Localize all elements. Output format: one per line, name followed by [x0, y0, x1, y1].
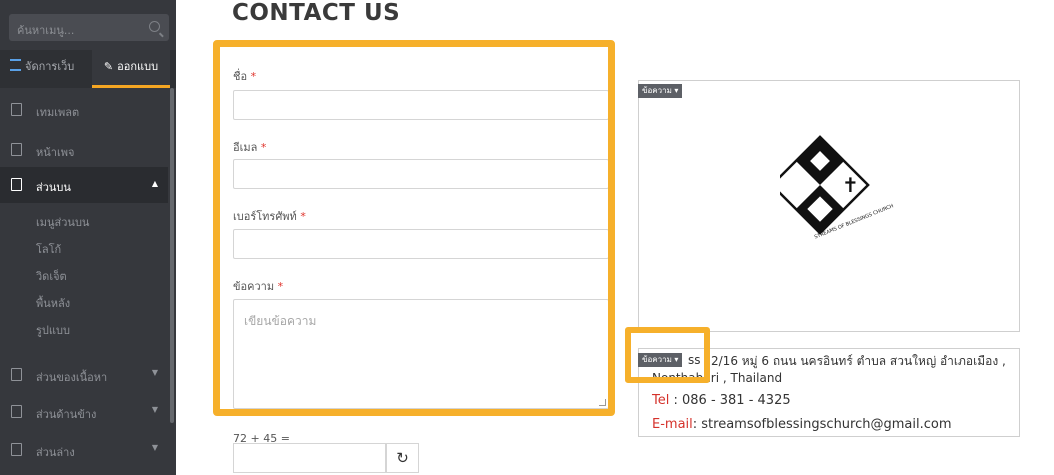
- chevron-down-icon: ▼: [151, 405, 158, 414]
- sidebar-item-label: ส่วนของเนื้อหา: [36, 371, 108, 384]
- page-title: CONTACT US: [232, 0, 401, 26]
- sidebar-item-label: ส่วนล่าง: [36, 446, 75, 459]
- sidebar-item-label: ส่วนด้านข้าง: [36, 408, 97, 421]
- captcha-input[interactable]: [233, 443, 386, 473]
- refresh-icon: ↻: [396, 449, 409, 467]
- sidebar-item-template[interactable]: เทมเพลต: [0, 100, 168, 120]
- badge-highlight-box: [625, 327, 710, 383]
- sidebar-tabs: จัดการเว็บ ✎ ออกแบบ: [0, 50, 176, 88]
- address-line-1: 2/16 หมู่ 6 ถนน นครอินทร์ ตำบล สวนใหญ่ อ…: [711, 354, 1006, 368]
- section-icon: [11, 178, 22, 191]
- sidebar-item-label: ส่วนบน: [36, 181, 71, 194]
- search-icon[interactable]: [149, 21, 160, 32]
- widget-badge-label: ข้อความ: [642, 86, 672, 95]
- tel-value: : 086 - 381 - 4325: [673, 393, 791, 408]
- email-value: : streamsofblessingschurch@gmail.com: [692, 417, 952, 432]
- email-line: E-mail: streamsofblessingschurch@gmail.c…: [652, 417, 952, 432]
- search-placeholder: ค้นหาเมนู...: [17, 24, 75, 37]
- sidebar-item-label: หน้าเพจ: [36, 146, 75, 159]
- tel-label: Tel: [652, 393, 670, 408]
- sidebar-item-pages[interactable]: หน้าเพจ: [0, 140, 168, 160]
- tab-manage-web-label: จัดการเว็บ: [25, 60, 75, 73]
- form-highlight-box: [213, 40, 615, 416]
- church-logo: ✝ STREAMS OF BLESSINGS CHURCH: [780, 135, 895, 240]
- page-icon: [11, 143, 22, 156]
- content-icon: [11, 368, 22, 381]
- chevron-down-icon: ▼: [151, 368, 158, 377]
- list-icon: [10, 59, 21, 71]
- sidebar-item-header[interactable]: ส่วนบน ▲: [0, 167, 168, 203]
- tab-design-label: ออกแบบ: [117, 60, 159, 73]
- section-icon: [11, 443, 22, 456]
- subitem-top-menu[interactable]: เมนูส่วนบน: [36, 213, 89, 231]
- brush-icon: ✎: [103, 60, 114, 73]
- tab-manage-web[interactable]: จัดการเว็บ: [10, 50, 74, 88]
- refresh-captcha-button[interactable]: ↻: [386, 443, 419, 473]
- menu-search-input[interactable]: ค้นหาเมนู...: [9, 14, 169, 41]
- subitem-widget[interactable]: วิดเจ็ต: [36, 267, 67, 285]
- svg-text:✝: ✝: [842, 173, 859, 197]
- sidebar: ค้นหาเมนู... จัดการเว็บ ✎ ออกแบบ เทมเพลต …: [0, 0, 176, 475]
- chevron-down-icon: ▼: [151, 443, 158, 452]
- file-icon: [11, 103, 22, 116]
- subitem-background[interactable]: พื้นหลัง: [36, 294, 70, 312]
- subitem-logo[interactable]: โลโก้: [36, 240, 61, 258]
- sidebar-item-label: เทมเพลต: [36, 106, 80, 119]
- sidebar-item-footer[interactable]: ส่วนล่าง ▼: [0, 440, 168, 460]
- sidebar-scrollbar[interactable]: [170, 88, 174, 423]
- tab-design[interactable]: ✎ ออกแบบ: [92, 50, 170, 88]
- subitem-style[interactable]: รูปแบบ: [36, 321, 70, 339]
- email-label: E-mail: [652, 417, 693, 432]
- sidebar-item-side[interactable]: ส่วนด้านข้าง ▼: [0, 402, 168, 422]
- widget-badge[interactable]: ข้อความ ▾: [638, 84, 683, 98]
- section-icon: [11, 405, 22, 418]
- phone-line: Tel : 086 - 381 - 4325: [652, 393, 791, 408]
- chevron-up-icon: ▲: [151, 179, 158, 188]
- sidebar-item-content[interactable]: ส่วนของเนื้อหา ▼: [0, 365, 168, 385]
